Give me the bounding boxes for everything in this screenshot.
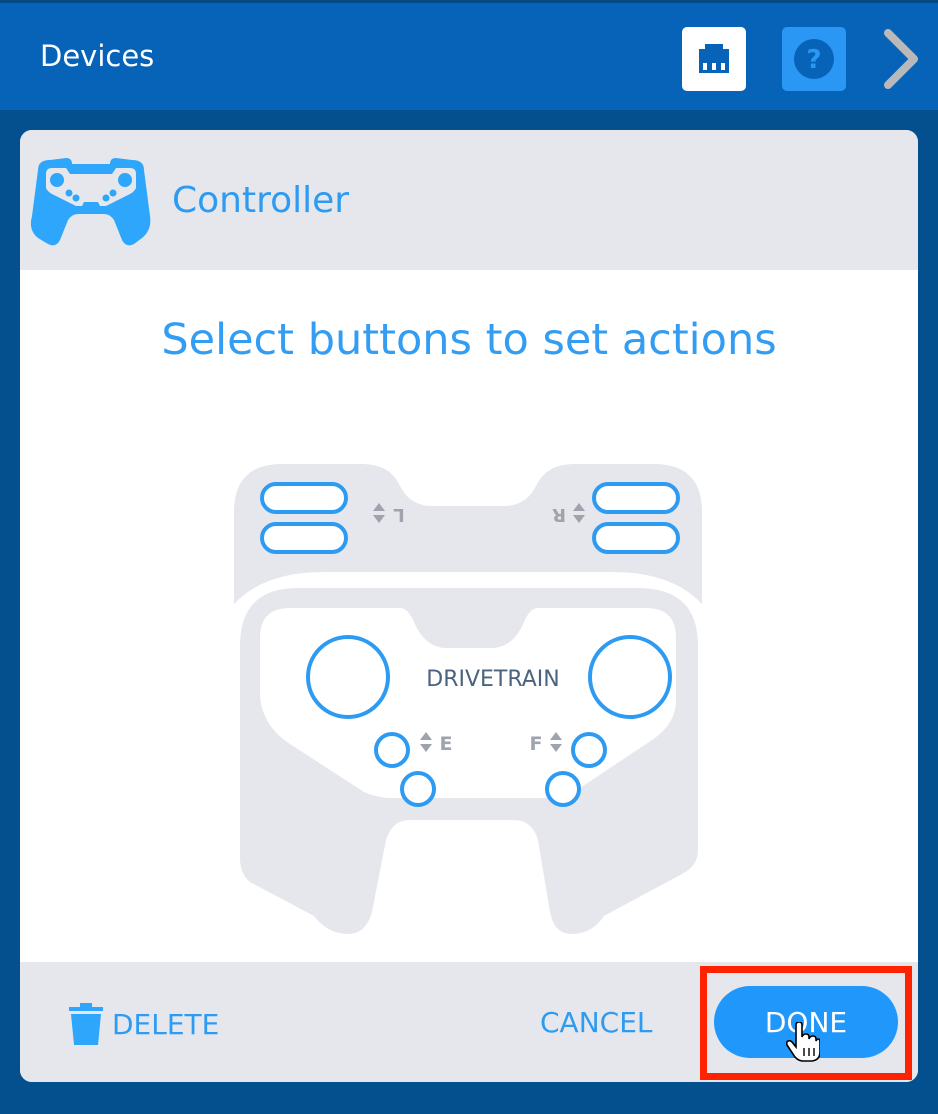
delete-button[interactable]: DELETE <box>68 1002 219 1046</box>
instruction-text: Select buttons to set actions <box>161 315 777 365</box>
r-up-button[interactable] <box>592 482 680 514</box>
cancel-button[interactable]: CANCEL <box>540 1006 653 1039</box>
chevron-right-icon <box>884 29 918 89</box>
e-up-button[interactable] <box>374 732 410 768</box>
top-bar: Devices ? <box>0 0 938 110</box>
next-button[interactable] <box>876 27 926 91</box>
device-config-card: Controller Select buttons to set actions… <box>20 130 918 1082</box>
page-title: Devices <box>40 39 155 73</box>
trash-icon <box>69 1003 103 1045</box>
r-bumper-label: R <box>552 504 566 525</box>
device-name: Controller <box>172 180 350 221</box>
svg-text:?: ? <box>806 45 821 75</box>
r-down-button[interactable] <box>592 522 680 554</box>
port-button[interactable] <box>682 27 746 91</box>
hand-cursor-icon <box>786 1022 820 1062</box>
drivetrain-label: DRIVETRAIN <box>426 667 560 692</box>
help-button[interactable]: ? <box>782 27 846 91</box>
delete-label: DELETE <box>112 1007 220 1041</box>
left-joystick[interactable] <box>306 635 390 719</box>
l-up-button[interactable] <box>260 482 348 514</box>
gamepad-icon <box>30 158 151 246</box>
l-down-button[interactable] <box>260 522 348 554</box>
f-group-label: F <box>530 733 543 755</box>
card-header: Controller <box>20 130 918 270</box>
l-bumper-label: L <box>393 504 404 525</box>
e-down-button[interactable] <box>400 771 436 807</box>
help-icon: ? <box>794 39 834 79</box>
e-group-label: E <box>440 733 453 755</box>
controller-diagram: L R DRIVETRAIN E F <box>234 464 702 934</box>
f-down-button[interactable] <box>545 771 581 807</box>
ethernet-port-icon <box>699 44 729 73</box>
f-up-button[interactable] <box>571 732 607 768</box>
right-joystick[interactable] <box>588 635 672 719</box>
